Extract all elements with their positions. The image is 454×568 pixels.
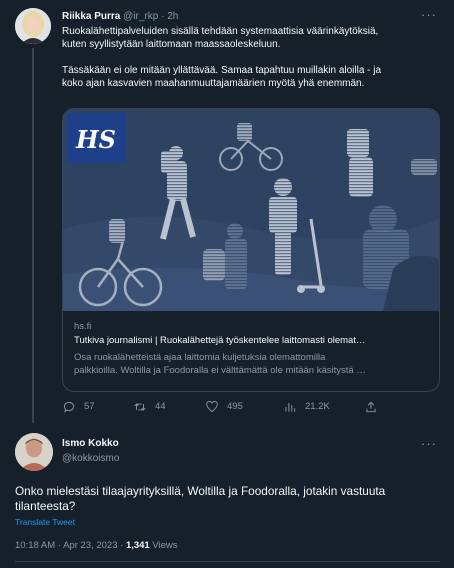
reply-button[interactable]: 57: [62, 400, 95, 414]
retweet-count: 44: [155, 401, 166, 412]
link-card-image: HS: [63, 109, 439, 311]
link-card-description-line: palkkioilla. Woltilla ja Foodoralla ei v…: [74, 365, 366, 376]
more-icon[interactable]: ···: [421, 437, 437, 450]
author-handle[interactable]: @ir_rkp: [123, 11, 158, 22]
reply-icon: [63, 401, 75, 413]
share-icon: [366, 401, 376, 413]
tweet-time[interactable]: 10:18 AM: [15, 540, 55, 551]
main-tweet-text: Onko mielestäsi tilaajayrityksillä, Wolt…: [15, 484, 386, 513]
thread-connector: [32, 48, 34, 423]
link-card-description-line: Osa ruokalähetteistä ajaa laittomia kulj…: [74, 352, 326, 363]
tweet-text-line: koko ajan kasvavien maahanmuuttajamäärie…: [62, 78, 365, 89]
meta-separator: ·: [161, 11, 165, 22]
views-icon: [285, 402, 296, 412]
tweet-text-line: Tässäkään ei ole mitään yllättävää. Sama…: [62, 65, 382, 76]
avatar-ismo-kokko[interactable]: [15, 433, 53, 471]
tweet-text: Ruokalähettipalveluiden sisällä tehdään …: [62, 25, 442, 90]
tweet-actions: 57 44 495 21.2K: [62, 400, 392, 416]
more-icon[interactable]: ···: [421, 8, 437, 21]
tweet-header: Riikka Purra @ir_rkp · 2h: [62, 10, 178, 23]
author-name[interactable]: Ismo Kokko: [62, 437, 119, 450]
tweet-meta: 10:18 AM · Apr 23, 2023 · 1,341 Views: [15, 539, 178, 552]
views-button[interactable]: 21.2K: [283, 400, 330, 414]
hs-logo: HS: [75, 125, 116, 154]
divider: [15, 561, 440, 562]
views-label: Views: [152, 540, 178, 551]
meta-separator: ·: [120, 540, 124, 551]
author-name[interactable]: Riikka Purra: [62, 11, 120, 22]
views-count: 21.2K: [305, 401, 330, 412]
retweet-button[interactable]: 44: [133, 400, 166, 414]
tweet-text-line: Ruokalähettipalveluiden sisällä tehdään …: [62, 26, 379, 37]
meta-separator: ·: [57, 540, 61, 551]
tweet-time[interactable]: 2h: [167, 11, 178, 22]
link-card-domain: hs.fi: [74, 321, 92, 332]
tweet-date[interactable]: Apr 23, 2023: [63, 540, 117, 551]
link-card-body: hs.fi Tutkiva journalismi | Ruokalähette…: [74, 320, 430, 377]
retweet-icon: [134, 403, 146, 411]
link-card-description: Osa ruokalähetteistä ajaa laittomia kulj…: [74, 351, 430, 377]
link-card[interactable]: HS hs.fi Tutkiva journalismi | Ruokalähe…: [62, 108, 440, 392]
avatar-riikka-purra[interactable]: [15, 8, 51, 44]
like-icon: [206, 400, 218, 413]
like-count: 495: [227, 401, 243, 412]
translate-tweet-link[interactable]: Translate Tweet: [15, 517, 75, 528]
share-button[interactable]: [364, 400, 378, 414]
tweet-thread: Riikka Purra @ir_rkp · 2h ··· Ruokalähet…: [0, 0, 454, 568]
tweet-text-line: kuten syyllistytään laittomaan maassaole…: [62, 39, 281, 50]
parent-tweet[interactable]: Riikka Purra @ir_rkp · 2h ··· Ruokalähet…: [0, 0, 454, 425]
link-card-title: Tutkiva journalismi | Ruokalähettejä työ…: [74, 335, 366, 346]
author-handle[interactable]: @kokkoismo: [62, 452, 119, 465]
views-count: 1,341: [125, 540, 150, 551]
reply-count: 57: [84, 401, 95, 412]
like-button[interactable]: 495: [205, 400, 243, 414]
